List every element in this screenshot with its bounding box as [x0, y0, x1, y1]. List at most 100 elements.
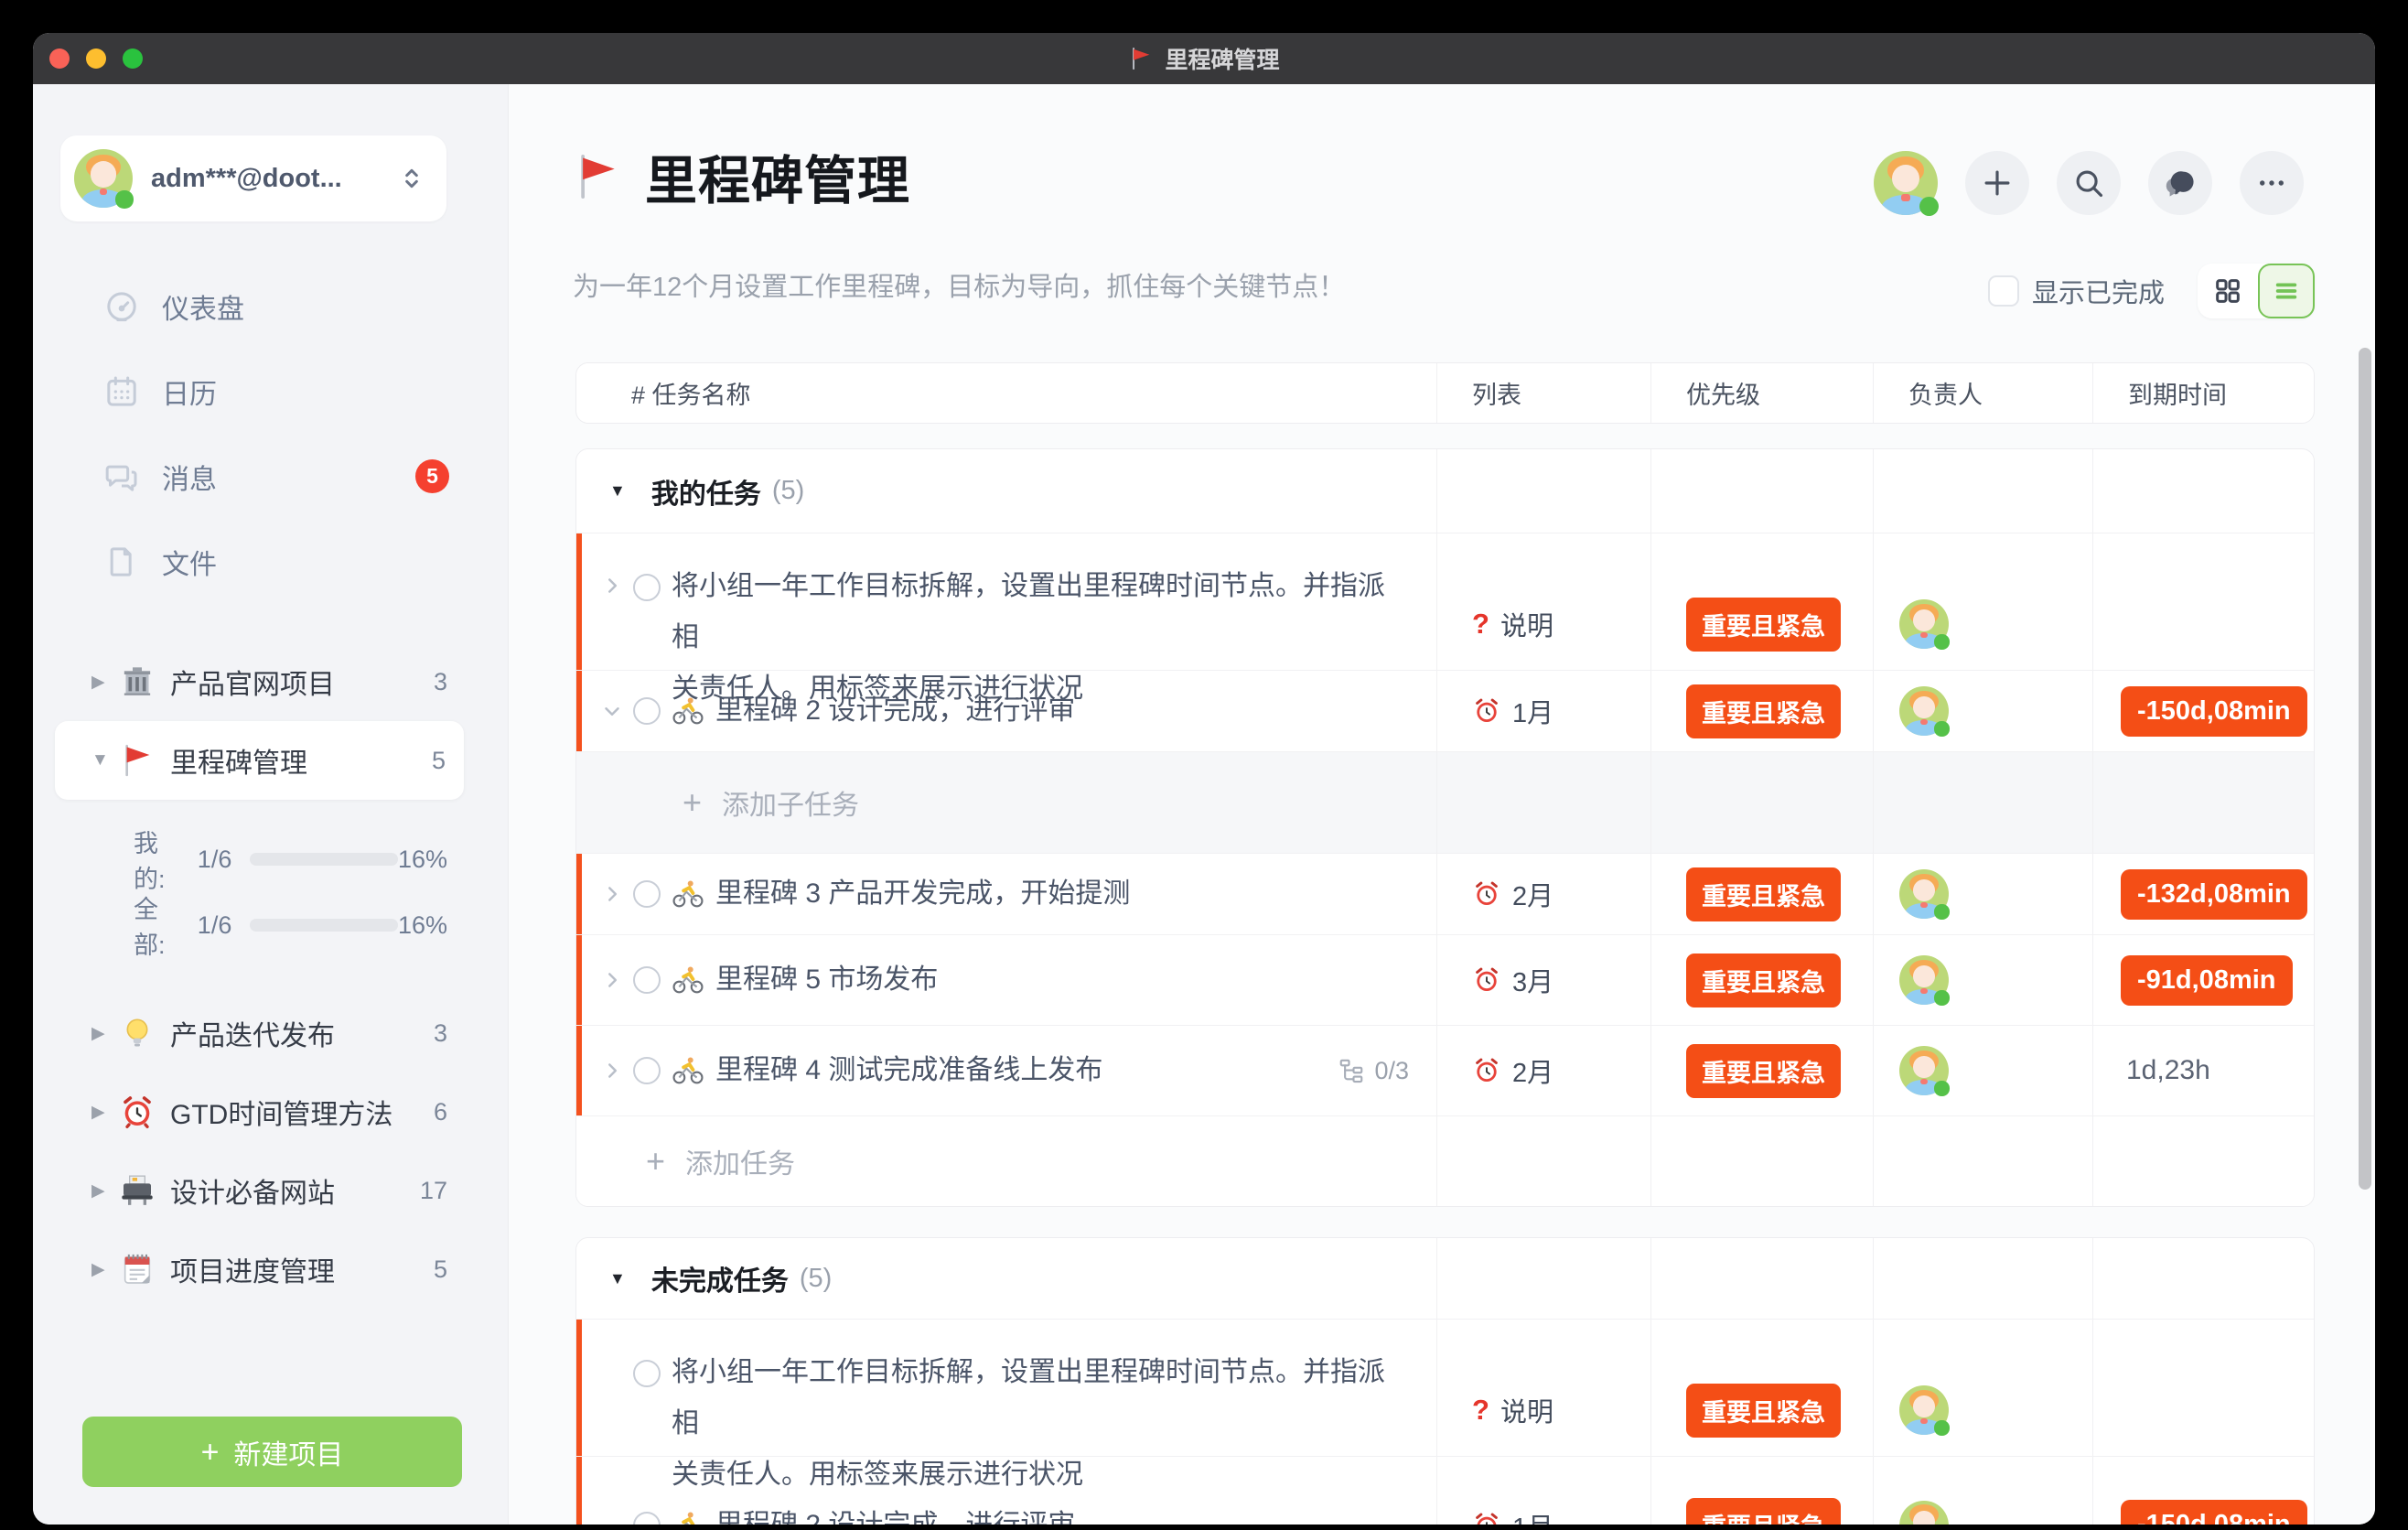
task-row[interactable]: 将小组一年工作目标拆解，设置出里程碑时间节点。并指派相关责任人。用标签来展示进行… — [576, 533, 2314, 670]
add-button[interactable] — [1965, 151, 2029, 215]
group-header-cell — [1874, 1238, 2093, 1319]
app-window: 里程碑管理 adm***@doot... 仪表盘日历消息5文件 ▶产品官网项目3… — [33, 33, 2375, 1525]
vertical-scrollbar[interactable] — [2359, 348, 2371, 1190]
chevron-right-icon[interactable] — [600, 574, 624, 598]
task-checkbox[interactable] — [633, 697, 661, 725]
group-header-cell — [1437, 1238, 1651, 1319]
caret-right-icon[interactable]: ▶ — [91, 672, 119, 693]
project-task-count: 3 — [434, 1019, 447, 1048]
table-header: # 任务名称列表优先级负责人到期时间 — [575, 362, 2315, 424]
task-checkbox[interactable] — [633, 1057, 661, 1084]
group-header-cell — [2093, 449, 2314, 533]
priority-badge: 重要且紧急 — [1686, 1498, 1841, 1525]
sidebar-project-milestone[interactable]: ▼里程碑管理5 — [55, 721, 464, 800]
new-project-button[interactable]: + 新建项目 — [82, 1417, 462, 1487]
sidebar-project-website[interactable]: ▶产品官网项目3 — [33, 642, 508, 721]
task-title: 里程碑 2 设计完成，进行评审 — [715, 685, 1075, 737]
priority-badge: 重要且紧急 — [1686, 954, 1841, 1007]
chevron-right-icon[interactable] — [600, 882, 624, 906]
more-button[interactable] — [2240, 151, 2304, 215]
caret-down-icon[interactable]: ▼ — [609, 1269, 626, 1288]
task-checkbox[interactable] — [633, 966, 661, 994]
sidebar-item-messages[interactable]: 消息5 — [33, 434, 508, 519]
priority-badge: 重要且紧急 — [1686, 1384, 1841, 1438]
task-checkbox[interactable] — [633, 1512, 661, 1525]
search-button[interactable] — [2057, 151, 2121, 215]
caret-right-icon[interactable]: ▶ — [91, 1259, 119, 1280]
add-task-row[interactable]: +添加任务 — [576, 1115, 2314, 1206]
sidebar-item-dashboard[interactable]: 仪表盘 — [33, 264, 508, 349]
task-list-label: 说明 — [1500, 605, 1553, 643]
gauge-icon — [103, 288, 140, 325]
cyclist-icon — [672, 964, 704, 997]
task-checkbox[interactable] — [633, 880, 661, 908]
empty-cell — [1651, 752, 1874, 853]
group-header-cell — [1437, 449, 1651, 533]
sidebar-project-design-sites[interactable]: ▶设计必备网站17 — [33, 1151, 508, 1230]
sidebar-project-iteration[interactable]: ▶产品迭代发布3 — [33, 994, 508, 1072]
assignee-avatar — [1899, 599, 1949, 649]
task-list-label: 1月 — [1512, 1506, 1553, 1525]
task-row[interactable]: 里程碑 2 设计完成，进行评审 1月 重要且紧急 -150d,08min — [576, 1456, 2314, 1525]
chevron-right-icon[interactable] — [600, 1059, 624, 1083]
sidebar-item-files[interactable]: 文件 — [33, 519, 508, 604]
task-row[interactable]: 将小组一年工作目标拆解，设置出里程碑时间节点。并指派相关责任人。用标签来展示进行… — [576, 1319, 2314, 1456]
task-assignee-cell — [1874, 854, 2093, 934]
messages-button[interactable] — [2148, 151, 2212, 215]
add-subtask-row[interactable]: +添加子任务 — [576, 751, 2314, 853]
show-completed-checkbox[interactable] — [1988, 275, 2019, 307]
alarm-clock-icon — [1472, 965, 1501, 995]
chat-icon — [103, 458, 140, 495]
task-row[interactable]: 里程碑 2 设计完成，进行评审1月重要且紧急-150d,08min — [576, 670, 2314, 751]
sidebar-project-progress[interactable]: ▶项目进度管理5 — [33, 1230, 508, 1309]
close-window-button[interactable] — [49, 48, 70, 69]
task-assignee-cell — [1874, 1026, 2093, 1115]
task-due-cell: -150d,08min — [2093, 1457, 2314, 1525]
user-avatar[interactable] — [1874, 151, 1938, 215]
caret-down-icon[interactable]: ▼ — [609, 481, 626, 501]
task-row[interactable]: 里程碑 3 产品开发完成，开始提测2月重要且紧急-132d,08min — [576, 853, 2314, 934]
due-badge: -132d,08min — [2121, 869, 2307, 920]
task-assignee-cell — [1874, 671, 2093, 751]
sidebar: adm***@doot... 仪表盘日历消息5文件 ▶产品官网项目3 ▼ 里程碑管理… — [33, 84, 509, 1525]
alarm-clock-icon — [1472, 1056, 1501, 1085]
grid-icon — [2212, 275, 2243, 307]
caret-right-icon[interactable]: ▶ — [91, 1180, 119, 1201]
task-name-cell: 里程碑 2 设计完成，进行评审 — [576, 1457, 1437, 1525]
chat-filled-icon — [2163, 166, 2198, 200]
task-checkbox[interactable] — [633, 574, 661, 601]
group-count: (5) — [800, 1264, 832, 1294]
chevron-down-icon[interactable] — [600, 699, 624, 723]
task-group: ▼未完成任务(5)将小组一年工作目标拆解，设置出里程碑时间节点。并指派相关责任人… — [575, 1237, 2315, 1525]
assignee-avatar — [1899, 955, 1949, 1005]
cyclist-icon — [672, 1054, 704, 1087]
task-priority-cell: 重要且紧急 — [1651, 935, 1874, 1025]
task-title: 里程碑 3 产品开发完成，开始提测 — [715, 868, 1130, 920]
sidebar-item-calendar[interactable]: 日历 — [33, 349, 508, 434]
empty-cell — [1874, 752, 2093, 853]
new-project-label: 新建项目 — [233, 1432, 343, 1472]
account-switcher[interactable]: adm***@doot... — [60, 135, 446, 221]
column-header-label: # 任务名称 — [576, 375, 751, 411]
grid-view-button[interactable] — [2198, 275, 2258, 307]
sidebar-item-label: 仪表盘 — [162, 286, 244, 327]
caret-down-icon[interactable]: ▼ — [91, 750, 119, 770]
minimize-window-button[interactable] — [86, 48, 106, 69]
subtask-count: 0/3 — [1374, 1057, 1409, 1085]
task-row[interactable]: 里程碑 5 市场发布3月重要且紧急-91d,08min — [576, 934, 2314, 1025]
column-header-label: 列表 — [1437, 375, 1521, 411]
project-label: 里程碑管理 — [170, 740, 307, 781]
caret-right-icon[interactable]: ▶ — [91, 1023, 119, 1044]
table-groups: ▼我的任务(5)将小组一年工作目标拆解，设置出里程碑时间节点。并指派相关责任人。… — [575, 448, 2315, 1525]
table-header-row: # 任务名称列表优先级负责人到期时间 — [576, 363, 2314, 423]
zoom-window-button[interactable] — [123, 48, 143, 69]
assignee-avatar — [1899, 686, 1949, 736]
list-view-button[interactable] — [2258, 264, 2315, 318]
task-list-label: 1月 — [1512, 692, 1553, 730]
task-checkbox[interactable] — [633, 1360, 661, 1387]
caret-right-icon[interactable]: ▶ — [91, 1102, 119, 1123]
list-icon — [2272, 276, 2301, 306]
sidebar-project-gtd[interactable]: ▶GTD时间管理方法6 — [33, 1072, 508, 1151]
task-row[interactable]: 里程碑 4 测试完成准备线上发布0/32月重要且紧急1d,23h — [576, 1025, 2314, 1115]
chevron-right-icon[interactable] — [600, 968, 624, 992]
